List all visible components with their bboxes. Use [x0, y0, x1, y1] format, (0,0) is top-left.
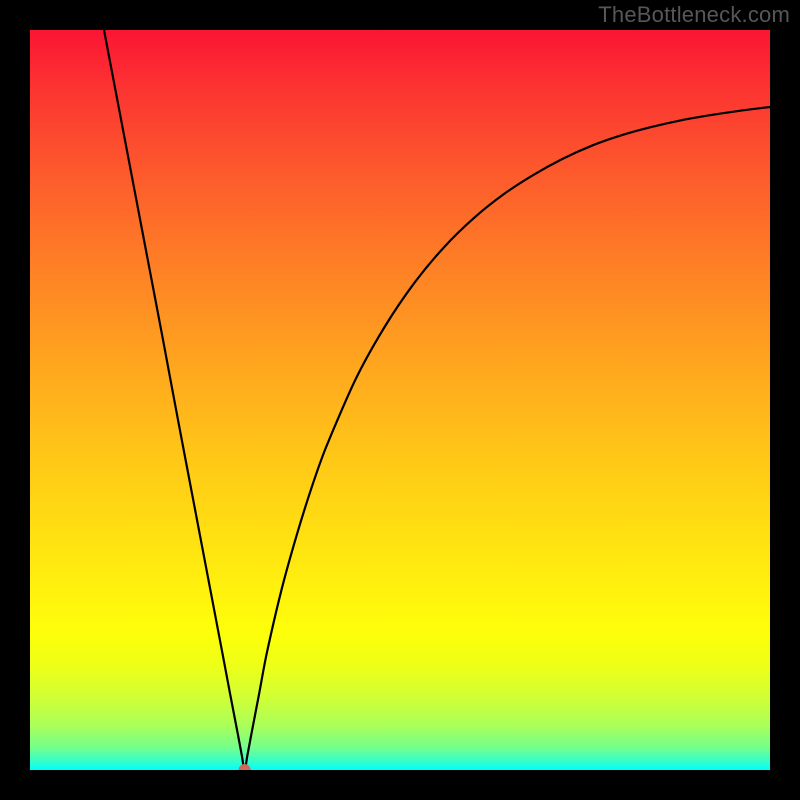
minimum-marker-dot [239, 764, 251, 770]
plot-area [30, 30, 770, 770]
chart-frame: TheBottleneck.com [0, 0, 800, 800]
curve-layer [30, 30, 770, 770]
watermark-text: TheBottleneck.com [598, 2, 790, 28]
bottleneck-curve [104, 30, 770, 770]
